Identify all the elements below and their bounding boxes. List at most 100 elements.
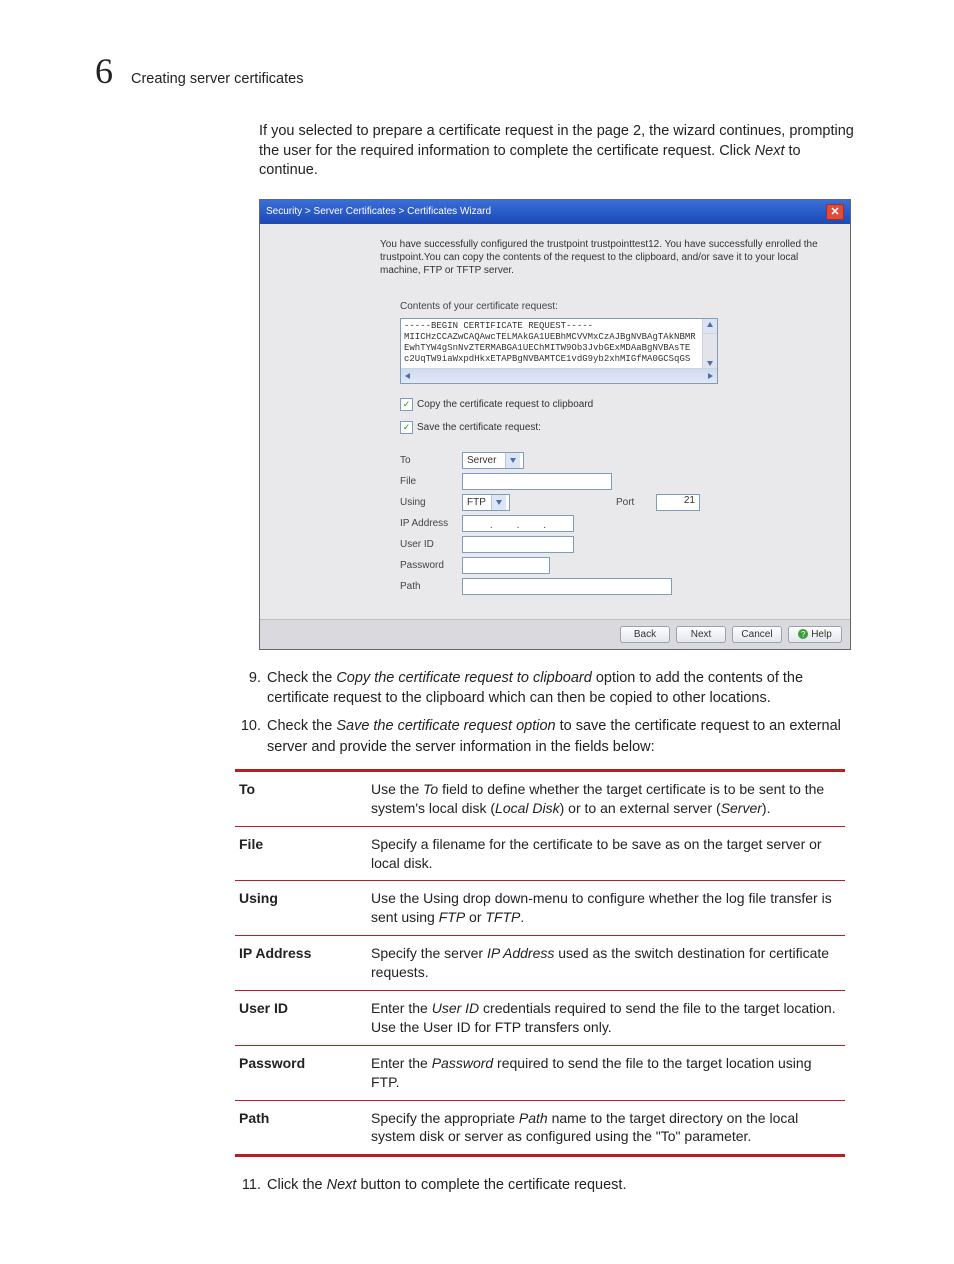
using-value: FTP <box>467 497 486 508</box>
table-row: Password Enter the Password required to … <box>235 1045 845 1100</box>
ip-address-input[interactable]: ... <box>462 515 574 532</box>
next-button[interactable]: Next <box>676 626 726 643</box>
text-italic: TFTP <box>485 909 520 925</box>
text-italic: To <box>423 781 438 797</box>
port-label: Port <box>616 497 656 508</box>
password-input[interactable] <box>462 557 550 574</box>
text-italic: Path <box>519 1110 548 1126</box>
text-italic: Next <box>755 143 785 159</box>
field-desc: Specify a filename for the certificate t… <box>367 826 845 881</box>
step-10: 10. Check the Save the certificate reque… <box>235 716 859 757</box>
table-row: To Use the To field to define whether th… <box>235 770 845 826</box>
step-11: 11. Click the Next button to complete th… <box>235 1175 859 1195</box>
userid-label: User ID <box>400 539 462 550</box>
field-name: To <box>235 770 367 826</box>
field-desc: Use the To field to define whether the t… <box>367 770 845 826</box>
save-request-label: Save the certificate request: <box>417 422 541 433</box>
wizard-info-text: You have successfully configured the tru… <box>380 238 820 277</box>
field-desc: Enter the User ID credentials required t… <box>367 991 845 1046</box>
field-name: Path <box>235 1100 367 1156</box>
password-label: Password <box>400 560 462 571</box>
text: Use the <box>371 781 423 797</box>
chevron-down-icon <box>491 495 506 510</box>
field-name: IP Address <box>235 936 367 991</box>
certificate-text: -----BEGIN CERTIFICATE REQUEST----- MIIC… <box>404 321 696 365</box>
contents-label: Contents of your certificate request: <box>400 301 840 312</box>
section-title: Creating server certificates <box>131 71 303 87</box>
text: Specify the appropriate <box>371 1110 519 1126</box>
dialog-titlebar: Security > Server Certificates > Certifi… <box>260 200 850 224</box>
file-input[interactable] <box>462 473 612 490</box>
text-italic: Server <box>721 800 762 816</box>
using-label: Using <box>400 497 462 508</box>
copy-to-clipboard-label: Copy the certificate request to clipboar… <box>417 399 593 410</box>
field-name: File <box>235 826 367 881</box>
text: or <box>465 909 485 925</box>
certificate-request-textarea[interactable]: -----BEGIN CERTIFICATE REQUEST----- MIIC… <box>400 318 718 384</box>
scrollbar-horizontal[interactable] <box>401 368 717 383</box>
text-italic: FTP <box>439 909 465 925</box>
step-number: 9. <box>235 668 261 709</box>
step-number: 11. <box>235 1175 261 1195</box>
copy-to-clipboard-checkbox[interactable]: ✓ <box>400 398 413 411</box>
path-input[interactable] <box>462 578 672 595</box>
field-name: User ID <box>235 991 367 1046</box>
save-request-checkbox[interactable]: ✓ <box>400 421 413 434</box>
text-italic: Next <box>327 1177 357 1193</box>
to-select[interactable]: Server <box>462 452 524 469</box>
field-desc: Enter the Password required to send the … <box>367 1045 845 1100</box>
help-label: Help <box>811 629 832 640</box>
chevron-down-icon <box>505 453 520 468</box>
text: Check the <box>267 718 336 734</box>
port-value: 21 <box>684 495 695 506</box>
help-icon: ? <box>798 629 808 639</box>
to-label: To <box>400 455 462 466</box>
cancel-button[interactable]: Cancel <box>732 626 782 643</box>
next-label: Next <box>691 629 712 640</box>
chapter-number: 6 <box>95 50 113 92</box>
close-icon[interactable]: ✕ <box>826 204 844 220</box>
table-row: Using Use the Using drop down-menu to co… <box>235 881 845 936</box>
path-label: Path <box>400 581 462 592</box>
text: Check the <box>267 670 336 686</box>
intro-paragraph: If you selected to prepare a certificate… <box>259 122 859 181</box>
text-italic: Save the certificate request option <box>336 718 555 734</box>
text-italic: Local Disk <box>495 800 560 816</box>
back-button[interactable]: Back <box>620 626 670 643</box>
dialog-footer: Back Next Cancel ?Help <box>260 619 850 649</box>
ip-label: IP Address <box>400 518 462 529</box>
text-italic: Copy the certificate request to clipboar… <box>336 670 592 686</box>
scrollbar-vertical[interactable] <box>702 319 717 369</box>
cancel-label: Cancel <box>741 629 772 640</box>
step-9: 9. Check the Copy the certificate reques… <box>235 668 859 709</box>
text: . <box>520 909 524 925</box>
text: Enter the <box>371 1000 432 1016</box>
field-name: Password <box>235 1045 367 1100</box>
table-row: IP Address Specify the server IP Address… <box>235 936 845 991</box>
step-number: 10. <box>235 716 261 757</box>
port-input[interactable]: 21 <box>656 494 700 511</box>
text: Enter the <box>371 1055 432 1071</box>
dialog-title: Security > Server Certificates > Certifi… <box>266 206 491 217</box>
userid-input[interactable] <box>462 536 574 553</box>
table-row: User ID Enter the User ID credentials re… <box>235 991 845 1046</box>
text: ). <box>762 800 771 816</box>
table-row: Path Specify the appropriate Path name t… <box>235 1100 845 1156</box>
table-row: File Specify a filename for the certific… <box>235 826 845 881</box>
text: Specify the server <box>371 945 487 961</box>
using-select[interactable]: FTP <box>462 494 510 511</box>
file-label: File <box>400 476 462 487</box>
help-button[interactable]: ?Help <box>788 626 842 643</box>
text-italic: Password <box>432 1055 493 1071</box>
field-desc: Use the Using drop down-menu to configur… <box>367 881 845 936</box>
certificates-wizard-dialog: Security > Server Certificates > Certifi… <box>259 199 851 650</box>
back-label: Back <box>634 629 656 640</box>
text-italic: User ID <box>432 1000 479 1016</box>
field-name: Using <box>235 881 367 936</box>
text: button to complete the certificate reque… <box>356 1177 626 1193</box>
field-desc: Specify the server IP Address used as th… <box>367 936 845 991</box>
field-description-table: To Use the To field to define whether th… <box>235 769 845 1157</box>
text: Click the <box>267 1177 327 1193</box>
page-header: 6 Creating server certificates <box>95 50 859 92</box>
to-value: Server <box>467 455 496 466</box>
